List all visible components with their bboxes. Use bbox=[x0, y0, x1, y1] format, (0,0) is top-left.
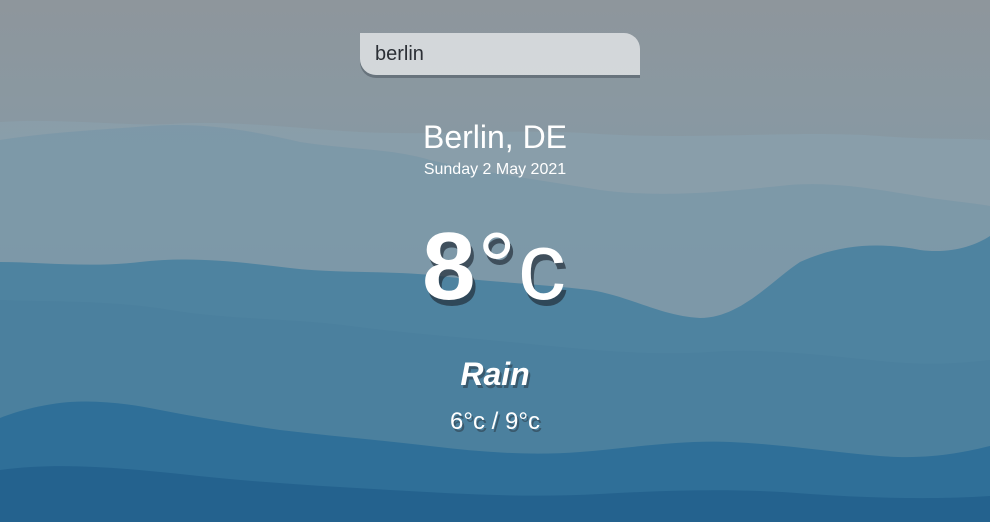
location-name: Berlin, DE bbox=[422, 119, 568, 155]
temperature-display: 8°c bbox=[422, 212, 568, 322]
search-input[interactable] bbox=[360, 33, 640, 75]
temperature-unit: °c bbox=[477, 213, 568, 320]
location-box: Berlin, DE Sunday 2 May 2021 bbox=[0, 118, 990, 180]
current-date: Sunday 2 May 2021 bbox=[423, 161, 567, 178]
weather-app: Berlin, DE Sunday 2 May 2021 8°c Rain 6°… bbox=[0, 0, 990, 522]
temperature-value: 8 bbox=[422, 213, 478, 320]
temperature-box: 8°c bbox=[0, 212, 990, 322]
min-max-temperature: 6°c / 9°c bbox=[450, 408, 540, 435]
weather-condition: Rain bbox=[460, 356, 530, 392]
